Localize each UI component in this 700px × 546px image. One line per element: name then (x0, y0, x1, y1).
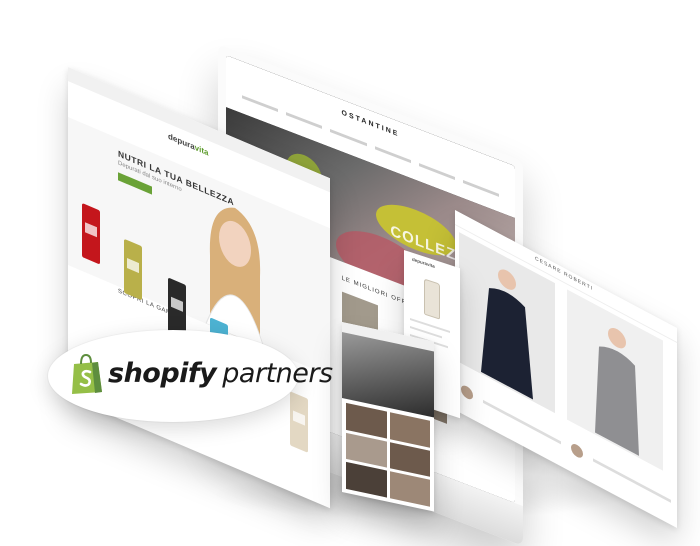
shopify-partners-badge: shopify partners (48, 330, 333, 422)
mobile-product-grid (346, 402, 430, 507)
product-bottle-image (424, 278, 440, 320)
shopify-bag-icon (72, 353, 102, 394)
showcase-scene: OSTANTINE COLLEZIONE LE MIGLIORI OFFERTE… (0, 0, 700, 546)
product-pack-cream[interactable] (290, 391, 308, 453)
shopify-partners-wordmark: shopify partners (108, 358, 333, 389)
product-pack-olive[interactable] (124, 238, 142, 301)
product-pack-red[interactable] (82, 202, 100, 265)
mobile-site-panel (342, 322, 434, 512)
product-panel-logo: depuravita (412, 256, 435, 269)
